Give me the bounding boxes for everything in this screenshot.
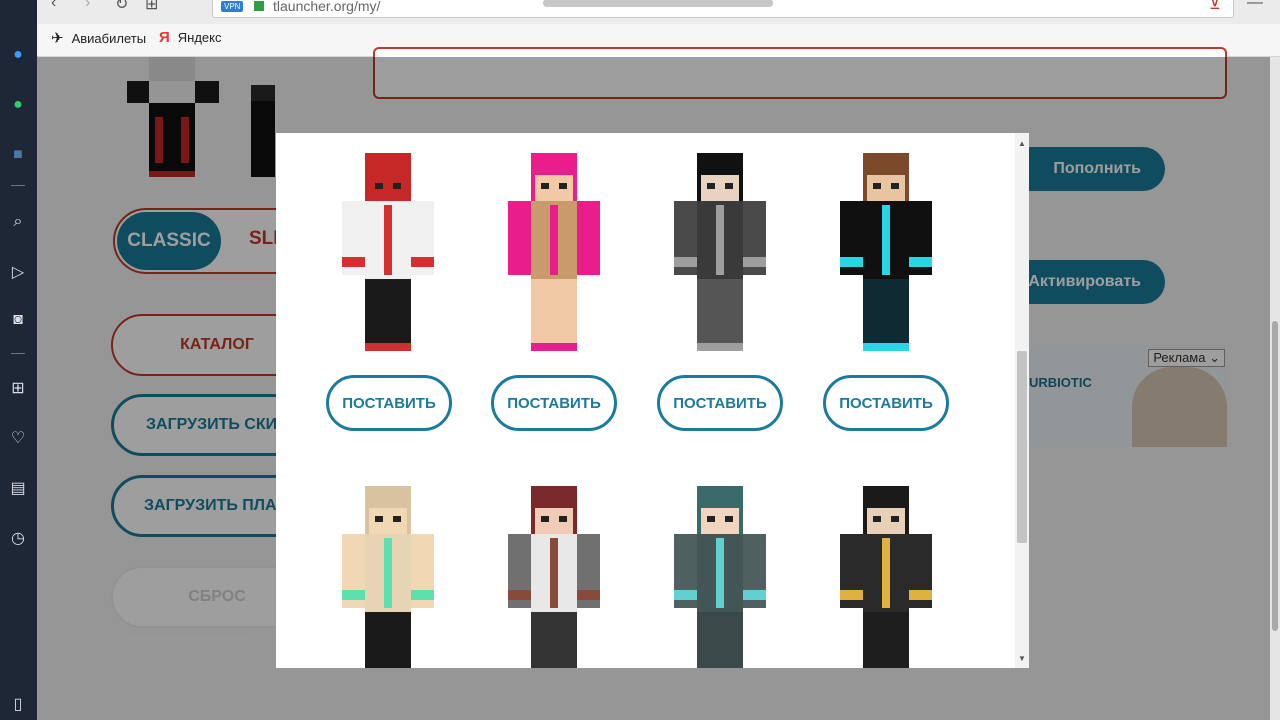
bookmark-label: Авиабилеты (71, 30, 147, 46)
blurred-text (543, 0, 773, 7)
page-scrollbar-thumb[interactable] (1272, 321, 1278, 631)
put-skin-button[interactable]: ПОСТАВИТЬ (657, 375, 783, 431)
search-icon[interactable]: ⌕ (6, 210, 30, 234)
grid-icon[interactable]: ⊞ (6, 376, 30, 400)
opera-sidebar: ● ● ■ ⌕ ▷ ◙ ⊞ ♡ ▤ ◷ ▯ (0, 0, 37, 720)
put-skin-button[interactable]: ПОСТАВИТЬ (823, 375, 949, 431)
history-icon[interactable]: ◷ (6, 526, 30, 550)
cart-icon[interactable]: ⊻ (1209, 0, 1221, 14)
vk-icon[interactable]: ■ (6, 143, 30, 167)
skin-figure-brown-girl (508, 486, 600, 668)
bookmark-aviabilety[interactable]: ✈ Авиабилеты (51, 29, 146, 47)
camera-icon[interactable]: ◙ (6, 308, 30, 332)
bookmark-label: Яндекс (177, 30, 222, 45)
window-icon[interactable]: ▯ (6, 692, 30, 716)
browser-toolbar: ‹ › ↻ ⊞ VPN tlauncher.org/my/ ⊻ — (37, 0, 1280, 24)
skin-catalog-modal: ПОСТАВИТЬ ПОСТАВИТЬ ПОСТАВИТЬ ПОСТАВИТЬ ▲ ▼ (276, 133, 1029, 668)
skin-figure-teal-goggles (674, 486, 766, 668)
back-icon[interactable]: ‹ (51, 0, 56, 12)
heart-icon[interactable]: ♡ (6, 426, 30, 450)
address-bar[interactable]: VPN tlauncher.org/my/ (212, 0, 1234, 18)
send-icon[interactable]: ▷ (6, 260, 30, 284)
scroll-down-arrow[interactable]: ▼ (1018, 654, 1026, 663)
skin-figure-gray-suit (674, 153, 766, 351)
modal-scrollbar-thumb[interactable] (1017, 351, 1027, 543)
scroll-up-arrow[interactable]: ▲ (1018, 139, 1026, 148)
forward-icon[interactable]: › (85, 0, 90, 12)
reload-icon[interactable]: ↻ (115, 0, 128, 14)
secure-lock-icon (254, 1, 264, 11)
skin-figure-cyan-boy (840, 153, 932, 351)
url-text[interactable]: tlauncher.org/my/ (273, 0, 380, 14)
vpn-badge[interactable]: VPN (221, 1, 244, 12)
menu-icon[interactable]: — (1247, 0, 1263, 12)
page-scrollbar[interactable] (1270, 57, 1280, 720)
sidebar-separator (11, 185, 25, 186)
yandex-icon: Я (159, 29, 170, 46)
put-skin-button[interactable]: ПОСТАВИТЬ (491, 375, 617, 431)
skin-figure-batman (840, 486, 932, 668)
bookmark-yandex[interactable]: Я Яндекс (159, 29, 222, 46)
skin-figure-red-hood (342, 153, 434, 351)
messenger-icon[interactable]: ● (6, 43, 30, 67)
screen: ● ● ■ ⌕ ▷ ◙ ⊞ ♡ ▤ ◷ ▯ ‹ › ↻ ⊞ VPN tlaunc… (0, 0, 1280, 720)
whatsapp-icon[interactable]: ● (6, 93, 30, 117)
airplane-icon: ✈ (51, 30, 64, 47)
put-skin-button[interactable]: ПОСТАВИТЬ (326, 375, 452, 431)
tabs-grid-icon[interactable]: ⊞ (145, 0, 158, 14)
modal-scrollbar[interactable]: ▲ ▼ (1015, 133, 1029, 668)
skin-figure-pink-girl (508, 153, 600, 351)
news-icon[interactable]: ▤ (6, 476, 30, 500)
sidebar-separator (11, 353, 25, 354)
skin-figure-blonde-girl (342, 486, 434, 668)
